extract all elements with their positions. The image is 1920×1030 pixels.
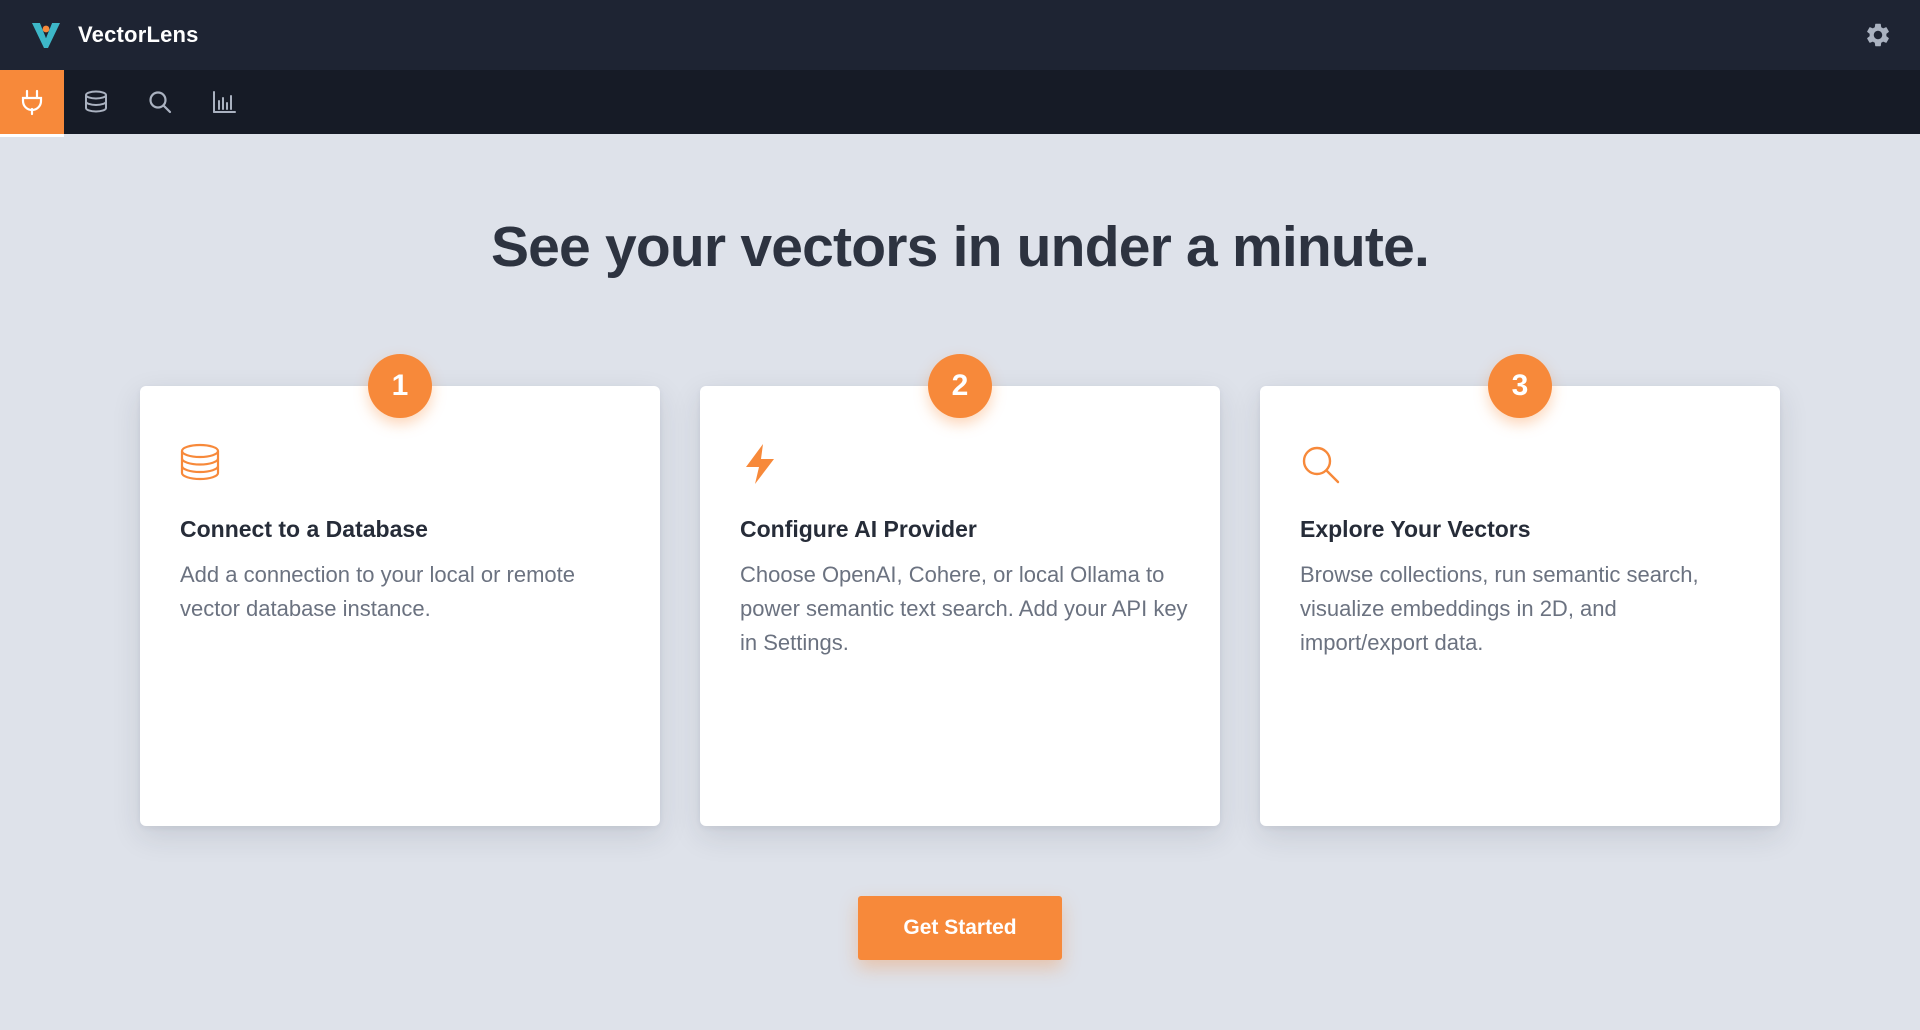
gear-icon [1867,23,1889,47]
step-card-ai-provider: 2 Configure AI Provider Choose OpenAI, C… [700,354,1220,826]
app-title: VectorLens [78,22,199,47]
step-title: Explore Your Vectors [1300,516,1531,542]
step-title: Connect to a Database [180,516,428,542]
step-card-explore: 3 Explore Your Vectors Browse collection… [1260,354,1780,826]
database-icon [85,90,107,113]
database-icon [180,443,220,481]
page-headline: See your vectors in under a minute. [490,215,1430,279]
search-icon [149,91,172,114]
step-card-connect: 1 Connect to a Database Add a connection… [140,354,660,826]
app-logo-icon [32,23,60,48]
lightning-icon [746,444,774,484]
step-title: Configure AI Provider [740,516,977,542]
tab-visualize[interactable] [192,70,256,134]
step-number-badge: 2 [928,354,992,418]
step-description: Browse collections, run semantic search,… [1300,562,1699,655]
settings-button[interactable] [1862,19,1894,51]
search-icon [1302,446,1340,484]
title-bar: VectorLens [0,0,1920,70]
tab-collections[interactable] [64,70,128,134]
bar-chart-icon [213,91,236,113]
step-description: Add a connection to your local or remote… [180,562,576,621]
tab-connections[interactable] [0,70,64,137]
step-number-badge: 3 [1488,354,1552,418]
plug-icon [21,89,43,116]
tab-search[interactable] [128,70,192,134]
get-started-button[interactable]: Get Started [858,896,1062,960]
step-description: Choose OpenAI, Cohere, or local Ollama t… [740,562,1188,655]
nav-bar [0,70,1920,137]
step-number-badge: 1 [368,354,432,418]
